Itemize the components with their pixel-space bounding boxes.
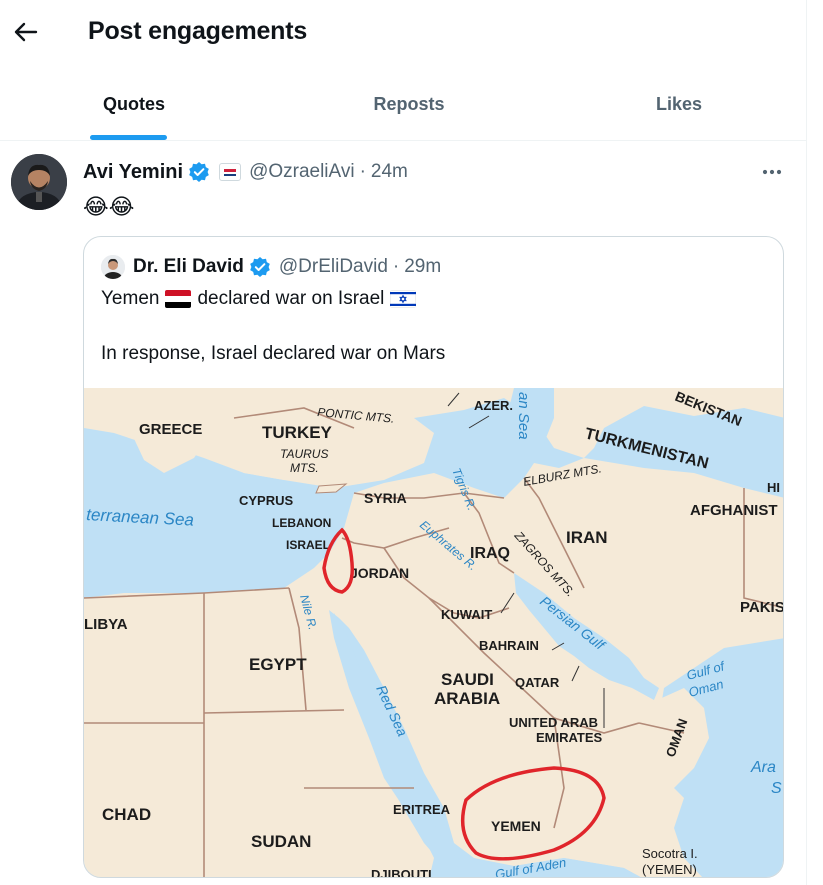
map-label: Socotra I. xyxy=(642,846,698,861)
more-options-button[interactable] xyxy=(758,160,786,184)
map-label: MTS. xyxy=(290,461,319,475)
quoted-author-name[interactable]: Dr. Eli David xyxy=(133,256,244,278)
map-label: AZER. xyxy=(474,398,513,413)
map-label: QATAR xyxy=(515,675,560,690)
map-label: UNITED ARAB xyxy=(509,715,598,730)
map-label: AFGHANIST xyxy=(690,502,778,519)
map-label: KUWAIT xyxy=(441,607,492,622)
quoted-text-line-2: In response, Israel declared war on Mars xyxy=(101,343,446,364)
quote-post[interactable]: Avi Yemini @OzraeliAvi · 24m 😂😂 Dr. Eli … xyxy=(0,142,806,885)
tab-label: Quotes xyxy=(102,94,165,114)
tab-label: Likes xyxy=(655,94,703,114)
quoted-avatar xyxy=(101,255,125,279)
post-author-row: Avi Yemini @OzraeliAvi · 24m xyxy=(83,158,408,186)
tab-quotes[interactable]: Quotes xyxy=(0,66,268,141)
map-label: S xyxy=(771,780,782,797)
back-button[interactable] xyxy=(10,15,42,49)
yemen-flag-icon xyxy=(165,290,192,308)
map-label: LEBANON xyxy=(272,516,331,530)
tab-reposts[interactable]: Reposts xyxy=(275,66,543,141)
map-label: Ara xyxy=(750,759,776,776)
map-label: EMIRATES xyxy=(536,730,603,745)
quoted-text-line-1: Yemen declared war on Israel xyxy=(101,287,422,311)
arrow-left-icon xyxy=(14,22,38,42)
map-label: GREECE xyxy=(139,421,202,438)
map-label: PAKIS xyxy=(740,599,784,616)
map-label: CHAD xyxy=(102,805,151,824)
header: Post engagements xyxy=(0,0,806,66)
map-label: an Sea xyxy=(515,392,532,440)
map-label: YEMEN xyxy=(491,818,541,834)
post-text: 😂😂 xyxy=(83,194,135,219)
map-label: IRAQ xyxy=(470,545,510,562)
map-label: SYRIA xyxy=(364,490,407,506)
engagements-panel: Post engagements Quotes Reposts Likes Av… xyxy=(0,0,807,885)
map-label: SUDAN xyxy=(251,832,311,851)
verified-badge-icon xyxy=(189,162,209,182)
map-label: DJIBOUTI xyxy=(371,867,432,878)
map-label: TURKEY xyxy=(262,423,333,442)
map-label: ISRAEL xyxy=(286,538,330,552)
map-label: ARABIA xyxy=(434,689,500,708)
map-label: CYPRUS xyxy=(239,493,294,508)
map-label: (YEMEN) xyxy=(642,862,697,877)
quoted-post-time: 29m xyxy=(404,256,442,277)
map-label: SAUDI xyxy=(441,670,494,689)
quoted-text-part: Yemen xyxy=(101,288,160,309)
tab-label: Reposts xyxy=(373,94,445,114)
tab-bar: Quotes Reposts Likes xyxy=(0,66,806,141)
quoted-text-part: declared war on Israel xyxy=(197,288,385,309)
quoted-author-row: Dr. Eli David @DrEliDavid · 29m xyxy=(101,251,441,283)
map-label: JORDAN xyxy=(350,565,409,581)
map-label: EGYPT xyxy=(249,655,307,674)
map-label: HI xyxy=(767,480,780,495)
rebel-news-badge-icon[interactable] xyxy=(219,163,242,181)
quoted-post-card[interactable]: Dr. Eli David @DrEliDavid · 29m Yemen de… xyxy=(83,236,784,878)
verified-badge-icon xyxy=(250,257,270,277)
separator-dot: · xyxy=(359,161,366,182)
active-tab-indicator xyxy=(90,135,167,140)
page-title: Post engagements xyxy=(88,17,308,45)
tab-likes[interactable]: Likes xyxy=(545,66,813,141)
more-horizontal-icon xyxy=(762,169,782,175)
avatar[interactable] xyxy=(11,154,67,210)
map-label: LIBYA xyxy=(84,616,128,633)
map-label: BAHRAIN xyxy=(479,638,539,653)
author-handle[interactable]: @OzraeliAvi xyxy=(249,161,355,183)
separator-dot: · xyxy=(392,256,400,277)
map-label: IRAN xyxy=(566,528,608,547)
quoted-author-handle: @DrEliDavid xyxy=(278,256,388,277)
middle-east-map-image[interactable]: GREECE TURKEY PONTIC MTS. TAURUS MTS. AZ… xyxy=(84,388,784,878)
map-label: TAURUS xyxy=(280,447,328,461)
israel-flag-icon xyxy=(390,290,417,308)
author-name[interactable]: Avi Yemini xyxy=(83,161,183,184)
map-label: ERITREA xyxy=(393,802,451,817)
post-time[interactable]: 24m xyxy=(371,161,408,183)
